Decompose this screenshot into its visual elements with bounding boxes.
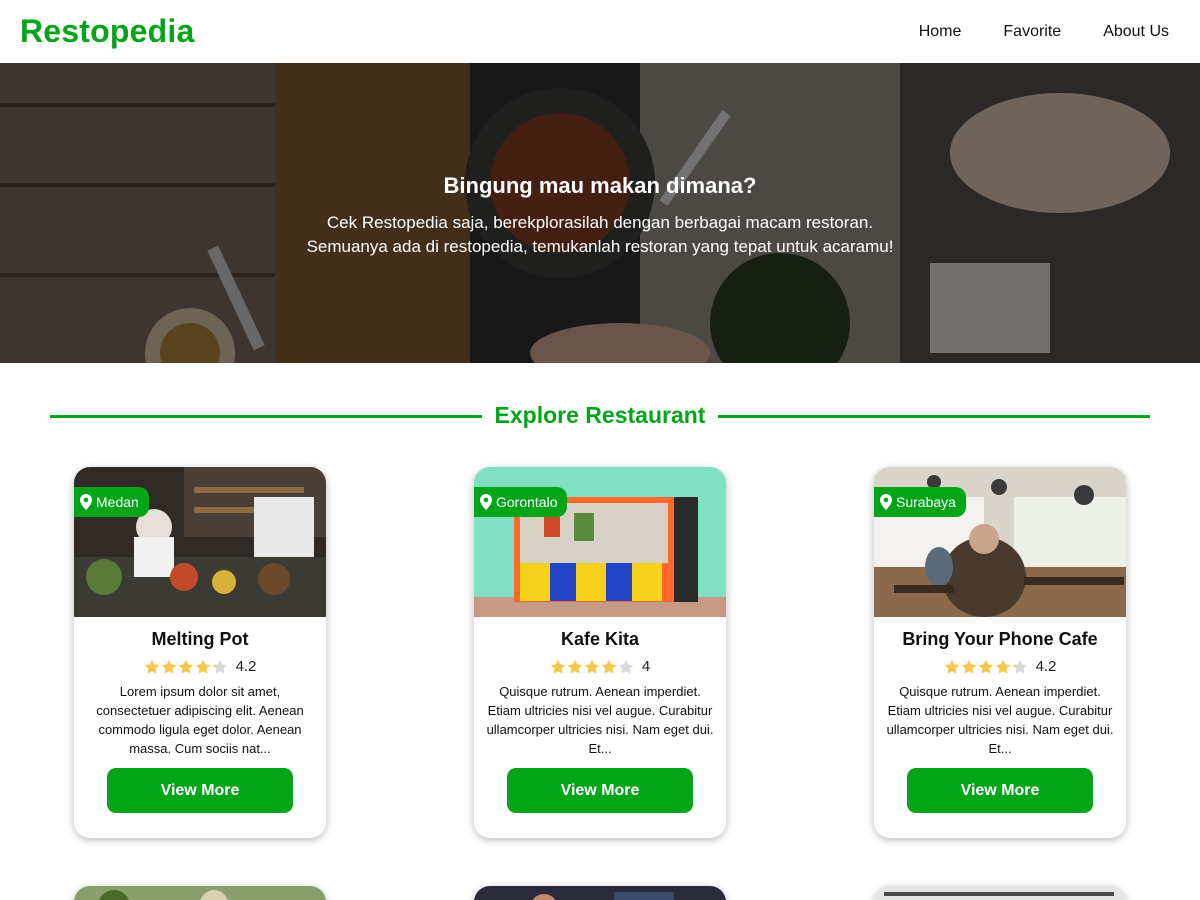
top-navbar: Restopedia Home Favorite About Us: [0, 0, 1200, 63]
star-icon: [978, 659, 993, 674]
restaurant-card-partial: [474, 886, 726, 900]
restaurant-card-partial: [874, 886, 1126, 900]
restaurant-card: Gorontalo Kafe Kita 4 Quisque rutrum. Ae…: [474, 467, 726, 838]
restaurant-card-partial: [74, 886, 326, 900]
brand-logo[interactable]: Restopedia: [20, 13, 194, 50]
location-badge: Gorontalo: [474, 487, 568, 517]
restaurant-description: Lorem ipsum dolor sit amet, consectetuer…: [96, 684, 304, 756]
view-more-button[interactable]: View More: [907, 768, 1093, 813]
hero-title: Bingung mau makan dimana?: [443, 173, 757, 198]
star-icon: [144, 659, 159, 674]
map-pin-icon: [80, 494, 92, 510]
hero-subtitle-line-2: Semuanya ada di restopedia, temukanlah r…: [306, 237, 894, 256]
explore-heading: Explore Restaurant: [0, 400, 1200, 452]
view-more-button[interactable]: View More: [107, 768, 293, 813]
restaurant-card: Surabaya Bring Your Phone Cafe 4.2 Quisq…: [874, 467, 1126, 838]
view-more-button[interactable]: View More: [507, 768, 693, 813]
restaurant-image: [74, 886, 326, 900]
location-city: Medan: [96, 494, 139, 510]
rating-value: 4.2: [1035, 658, 1057, 675]
location-city: Surabaya: [896, 494, 956, 510]
star-icon: [1012, 659, 1027, 674]
restaurant-rating: 4.2: [874, 658, 1126, 675]
restaurant-image: Surabaya: [874, 467, 1126, 617]
star-icon: [618, 659, 634, 674]
star-icon: [161, 659, 176, 674]
star-icon: [961, 659, 976, 674]
rating-value: 4.2: [235, 658, 257, 675]
star-icon: [995, 659, 1010, 674]
map-pin-icon: [480, 494, 492, 510]
star-icon: [195, 659, 210, 674]
location-badge: Surabaya: [874, 487, 966, 517]
restaurant-list: Medan Melting Pot 4.2 Lorem ipsum dolor …: [0, 452, 1200, 900]
location-badge: Medan: [74, 487, 149, 517]
nav-about-us-link[interactable]: About Us: [1082, 23, 1180, 41]
star-rating: [550, 659, 634, 675]
restaurant-image: Gorontalo: [474, 467, 726, 617]
star-icon: [550, 659, 566, 674]
star-icon: [601, 659, 617, 674]
restaurant-description: Quisque rutrum. Aenean imperdiet. Etiam …: [486, 684, 714, 756]
hero-banner: Bingung mau makan dimana? Cek Restopedia…: [0, 63, 1200, 363]
restaurant-image: [474, 886, 726, 900]
restaurant-description: Quisque rutrum. Aenean imperdiet. Etiam …: [886, 684, 1114, 756]
main-nav: Home Favorite About Us: [898, 23, 1180, 41]
rating-value: 4: [641, 658, 651, 675]
star-icon: [944, 659, 959, 674]
star-rating: [144, 659, 228, 675]
restaurant-image: [874, 886, 1126, 900]
restaurant-rating: 4.2: [74, 658, 326, 675]
hero-content: Bingung mau makan dimana? Cek Restopedia…: [0, 173, 1200, 259]
star-icon: [178, 659, 193, 674]
nav-home-link[interactable]: Home: [898, 23, 983, 41]
nav-favorite-link[interactable]: Favorite: [982, 23, 1082, 41]
star-rating: [944, 659, 1028, 675]
star-icon: [584, 659, 600, 674]
map-pin-icon: [880, 494, 892, 510]
hero-subtitle-line-1: Cek Restopedia saja, berekplorasilah den…: [326, 213, 874, 232]
location-city: Gorontalo: [496, 494, 558, 510]
restaurant-image: Medan: [74, 467, 326, 617]
star-icon: [212, 659, 227, 674]
restaurant-name: Bring Your Phone Cafe: [902, 629, 1098, 649]
restaurant-rating: 4: [474, 658, 726, 675]
star-icon: [567, 659, 583, 674]
heading-divider-right: [718, 415, 1150, 418]
restaurant-name: Kafe Kita: [560, 629, 640, 649]
restaurant-name: Melting Pot: [151, 629, 249, 649]
restaurant-card: Medan Melting Pot 4.2 Lorem ipsum dolor …: [74, 467, 326, 838]
